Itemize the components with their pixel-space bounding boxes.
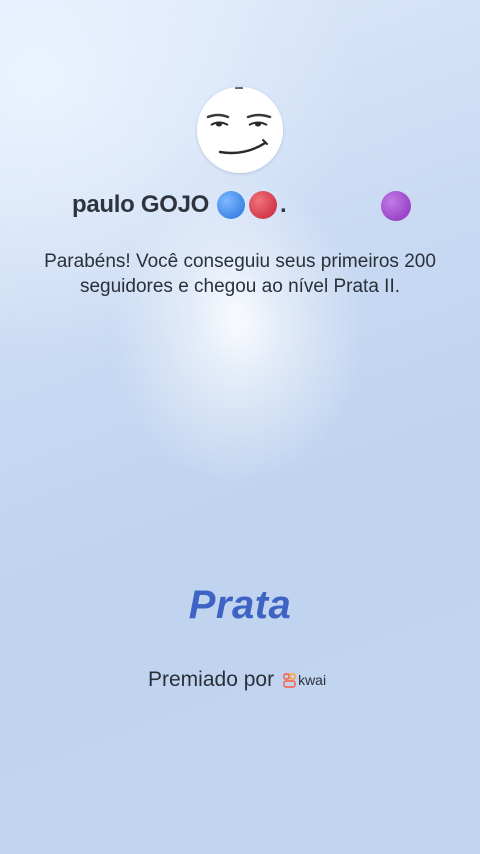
kwai-logo: kwai	[283, 672, 326, 688]
purple-circle-emoji-icon	[381, 191, 411, 221]
kwai-logo-icon	[283, 672, 296, 688]
congratulations-message: Parabéns! Você conseguiu seus primeiros …	[44, 251, 436, 297]
username: paulo GOJO	[72, 191, 210, 218]
level-title: Prata	[188, 583, 292, 627]
avatar[interactable]	[197, 87, 283, 173]
username-row: paulo GOJO .	[72, 188, 412, 222]
kwai-brand-text: kwai	[298, 672, 327, 688]
blue-circle-emoji-icon	[217, 191, 246, 219]
awarded-by-label: Premiado por	[148, 668, 275, 691]
meme-face-avatar	[197, 87, 283, 173]
username-suffix: .	[280, 191, 287, 218]
red-circle-emoji-icon	[249, 191, 278, 219]
awarded-by: Premiado por kwai	[148, 665, 326, 695]
